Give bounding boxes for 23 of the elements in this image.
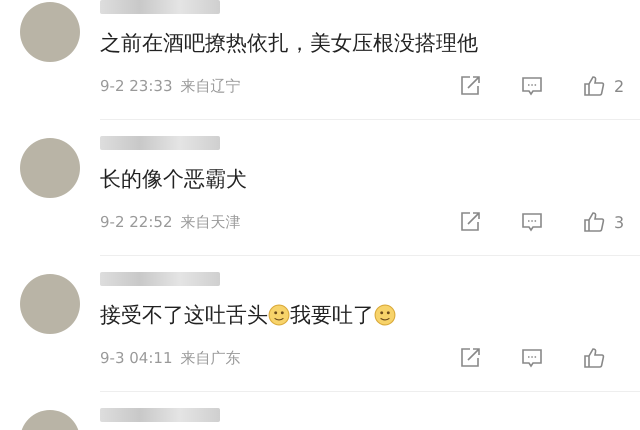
like-count: 2 (614, 76, 624, 96)
comment-location: 来自广东 (180, 348, 240, 368)
comment-time: 9-2 22:52 (100, 213, 172, 231)
comment-time: 9-3 04:11 (100, 349, 172, 367)
emoji-icon (374, 304, 396, 326)
share-icon[interactable] (458, 210, 482, 234)
comment-text: 长的像个恶霸犬 (100, 166, 247, 193)
emoji-icon (268, 304, 290, 326)
comment-text: 之前在酒吧撩热依扎，美女压根没搭理他 (100, 30, 478, 57)
thumbs-up-icon[interactable] (582, 346, 606, 370)
share-icon[interactable] (458, 74, 482, 98)
comment-text: 我要吐了 (290, 302, 374, 329)
comment-icon[interactable] (520, 346, 544, 370)
share-icon[interactable] (458, 346, 482, 370)
comment-text: 接受不了这吐舌头 (100, 302, 268, 329)
comment-icon[interactable] (520, 210, 544, 234)
comment-location: 来自辽宁 (180, 76, 240, 96)
comment-icon[interactable] (520, 74, 544, 98)
thumbs-up-icon[interactable] (582, 74, 606, 98)
thumbs-up-icon[interactable] (582, 210, 606, 234)
comment-time: 9-2 23:33 (100, 77, 172, 95)
like-count: 3 (614, 212, 624, 232)
comment-location: 来自天津 (180, 212, 240, 232)
